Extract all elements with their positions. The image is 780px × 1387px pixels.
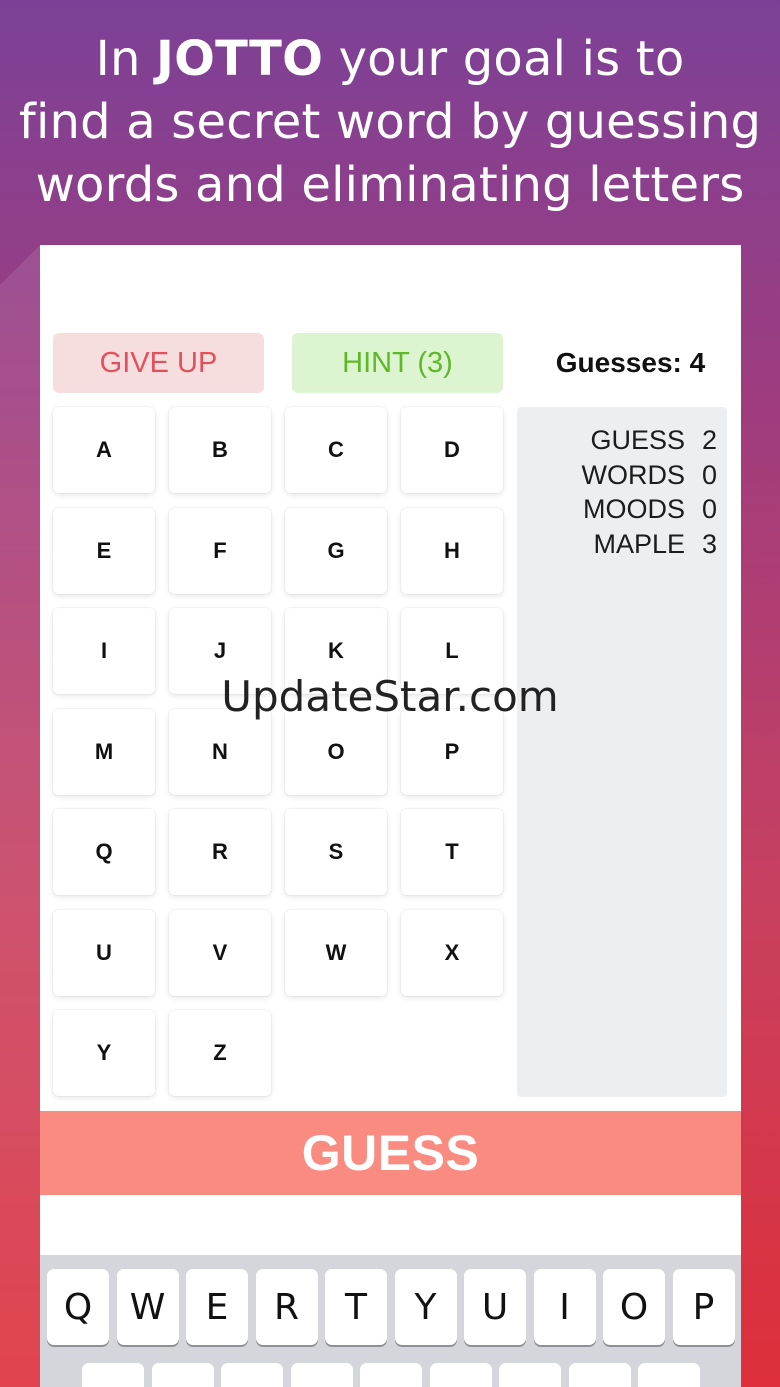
letter-key-h[interactable]: H xyxy=(401,507,503,594)
keyboard-key-i[interactable]: I xyxy=(533,1269,596,1345)
history-word: GUESS xyxy=(590,425,685,455)
headline-line-1-post: your goal is to xyxy=(323,31,685,87)
letter-key-t[interactable]: T xyxy=(401,809,503,895)
guesses-count: Guesses: 4 xyxy=(555,347,706,378)
keyboard-key-row2[interactable] xyxy=(568,1363,631,1387)
headline-line-1: In JOTTO your goal is to xyxy=(0,28,780,91)
keyboard-key-row2[interactable] xyxy=(638,1363,700,1387)
letter-key-l[interactable]: L xyxy=(401,608,503,694)
history-match-count: 0 xyxy=(701,494,717,524)
letter-key-y[interactable]: Y xyxy=(53,1010,155,1096)
keyboard-key-row2[interactable] xyxy=(499,1363,561,1387)
guess-history: GUESS 2 WORDS 0 MOODS 0 MAPLE 3 xyxy=(517,407,727,1097)
keyboard-key-r[interactable]: R xyxy=(255,1269,318,1345)
keyboard-key-row2[interactable] xyxy=(290,1363,353,1387)
letter-key-p[interactable]: P xyxy=(401,708,503,795)
letter-key-w[interactable]: W xyxy=(285,909,387,996)
history-word: MOODS xyxy=(582,494,685,524)
letter-key-n[interactable]: N xyxy=(169,708,271,795)
keyboard-key-t[interactable]: T xyxy=(325,1269,387,1345)
history-row: WORDS 0 xyxy=(517,458,727,493)
letter-key-v[interactable]: V xyxy=(169,909,271,996)
history-row: GUESS 2 xyxy=(517,423,727,458)
letter-grid: ABCD EFGH IJKL MNOP QRST UVWX YZ xyxy=(53,407,503,1097)
hint-button[interactable]: HINT (3) xyxy=(292,333,503,393)
headline-line-1-pre: In xyxy=(95,31,157,87)
history-word: MAPLE xyxy=(593,528,685,559)
keyboard-key-y[interactable]: Y xyxy=(394,1269,457,1345)
letter-key-j[interactable]: J xyxy=(169,608,271,694)
letter-key-k[interactable]: K xyxy=(285,608,387,694)
letter-key-r[interactable]: R xyxy=(169,809,271,895)
history-word: WORDS xyxy=(581,459,686,490)
letter-key-u[interactable]: U xyxy=(53,909,155,996)
guess-button[interactable]: GUESS xyxy=(40,1111,741,1195)
letter-key-o[interactable]: O xyxy=(285,708,387,795)
history-row: MOODS 0 xyxy=(517,492,727,527)
letter-key-s[interactable]: S xyxy=(285,809,387,895)
keyboard-key-row2[interactable] xyxy=(429,1363,492,1387)
history-match-count: 0 xyxy=(701,459,717,490)
give-up-button[interactable]: GIVE UP xyxy=(53,333,264,393)
letter-key-e[interactable]: E xyxy=(53,507,155,594)
letter-key-m[interactable]: M xyxy=(53,708,155,795)
keyboard-key-row2[interactable] xyxy=(360,1363,422,1387)
letter-key-b[interactable]: B xyxy=(169,407,271,493)
letter-key-x[interactable]: X xyxy=(401,909,503,996)
keyboard-key-w[interactable]: W xyxy=(116,1269,179,1345)
brand-name: JOTTO xyxy=(156,31,324,87)
system-keyboard: QWERTYUIOP xyxy=(40,1255,741,1387)
history-match-count: 2 xyxy=(701,425,717,455)
headline-line-2: find a secret word by guessing xyxy=(18,94,762,150)
history-match-count: 3 xyxy=(701,528,717,559)
history-row: MAPLE 3 xyxy=(517,527,727,562)
letter-key-g[interactable]: G xyxy=(285,507,387,594)
letter-key-f[interactable]: F xyxy=(169,507,271,594)
promo-headline: In JOTTO your goal is to find a secret w… xyxy=(0,28,780,217)
keyboard-key-p[interactable]: P xyxy=(672,1269,735,1345)
keyboard-key-o[interactable]: O xyxy=(603,1269,665,1345)
phone-screen: GIVE UP HINT (3) Guesses: 4 ABCDEFGHIJKL… xyxy=(40,245,741,1387)
keyboard-key-row2[interactable] xyxy=(82,1363,144,1387)
letter-key-z[interactable]: Z xyxy=(169,1010,271,1096)
keyboard-key-e[interactable]: E xyxy=(186,1269,248,1345)
keyboard-key-u[interactable]: U xyxy=(464,1269,526,1345)
keyboard-key-row2[interactable] xyxy=(151,1363,214,1387)
headline-line-3: words and eliminating letters xyxy=(35,157,745,213)
letter-key-i[interactable]: I xyxy=(53,608,155,694)
keyboard-key-q[interactable]: Q xyxy=(47,1269,109,1345)
letter-key-d[interactable]: D xyxy=(401,407,503,493)
keyboard-key-row2[interactable] xyxy=(221,1363,283,1387)
letter-key-c[interactable]: C xyxy=(285,407,387,493)
letter-key-a[interactable]: A xyxy=(53,407,155,493)
letter-key-q[interactable]: Q xyxy=(53,809,155,895)
